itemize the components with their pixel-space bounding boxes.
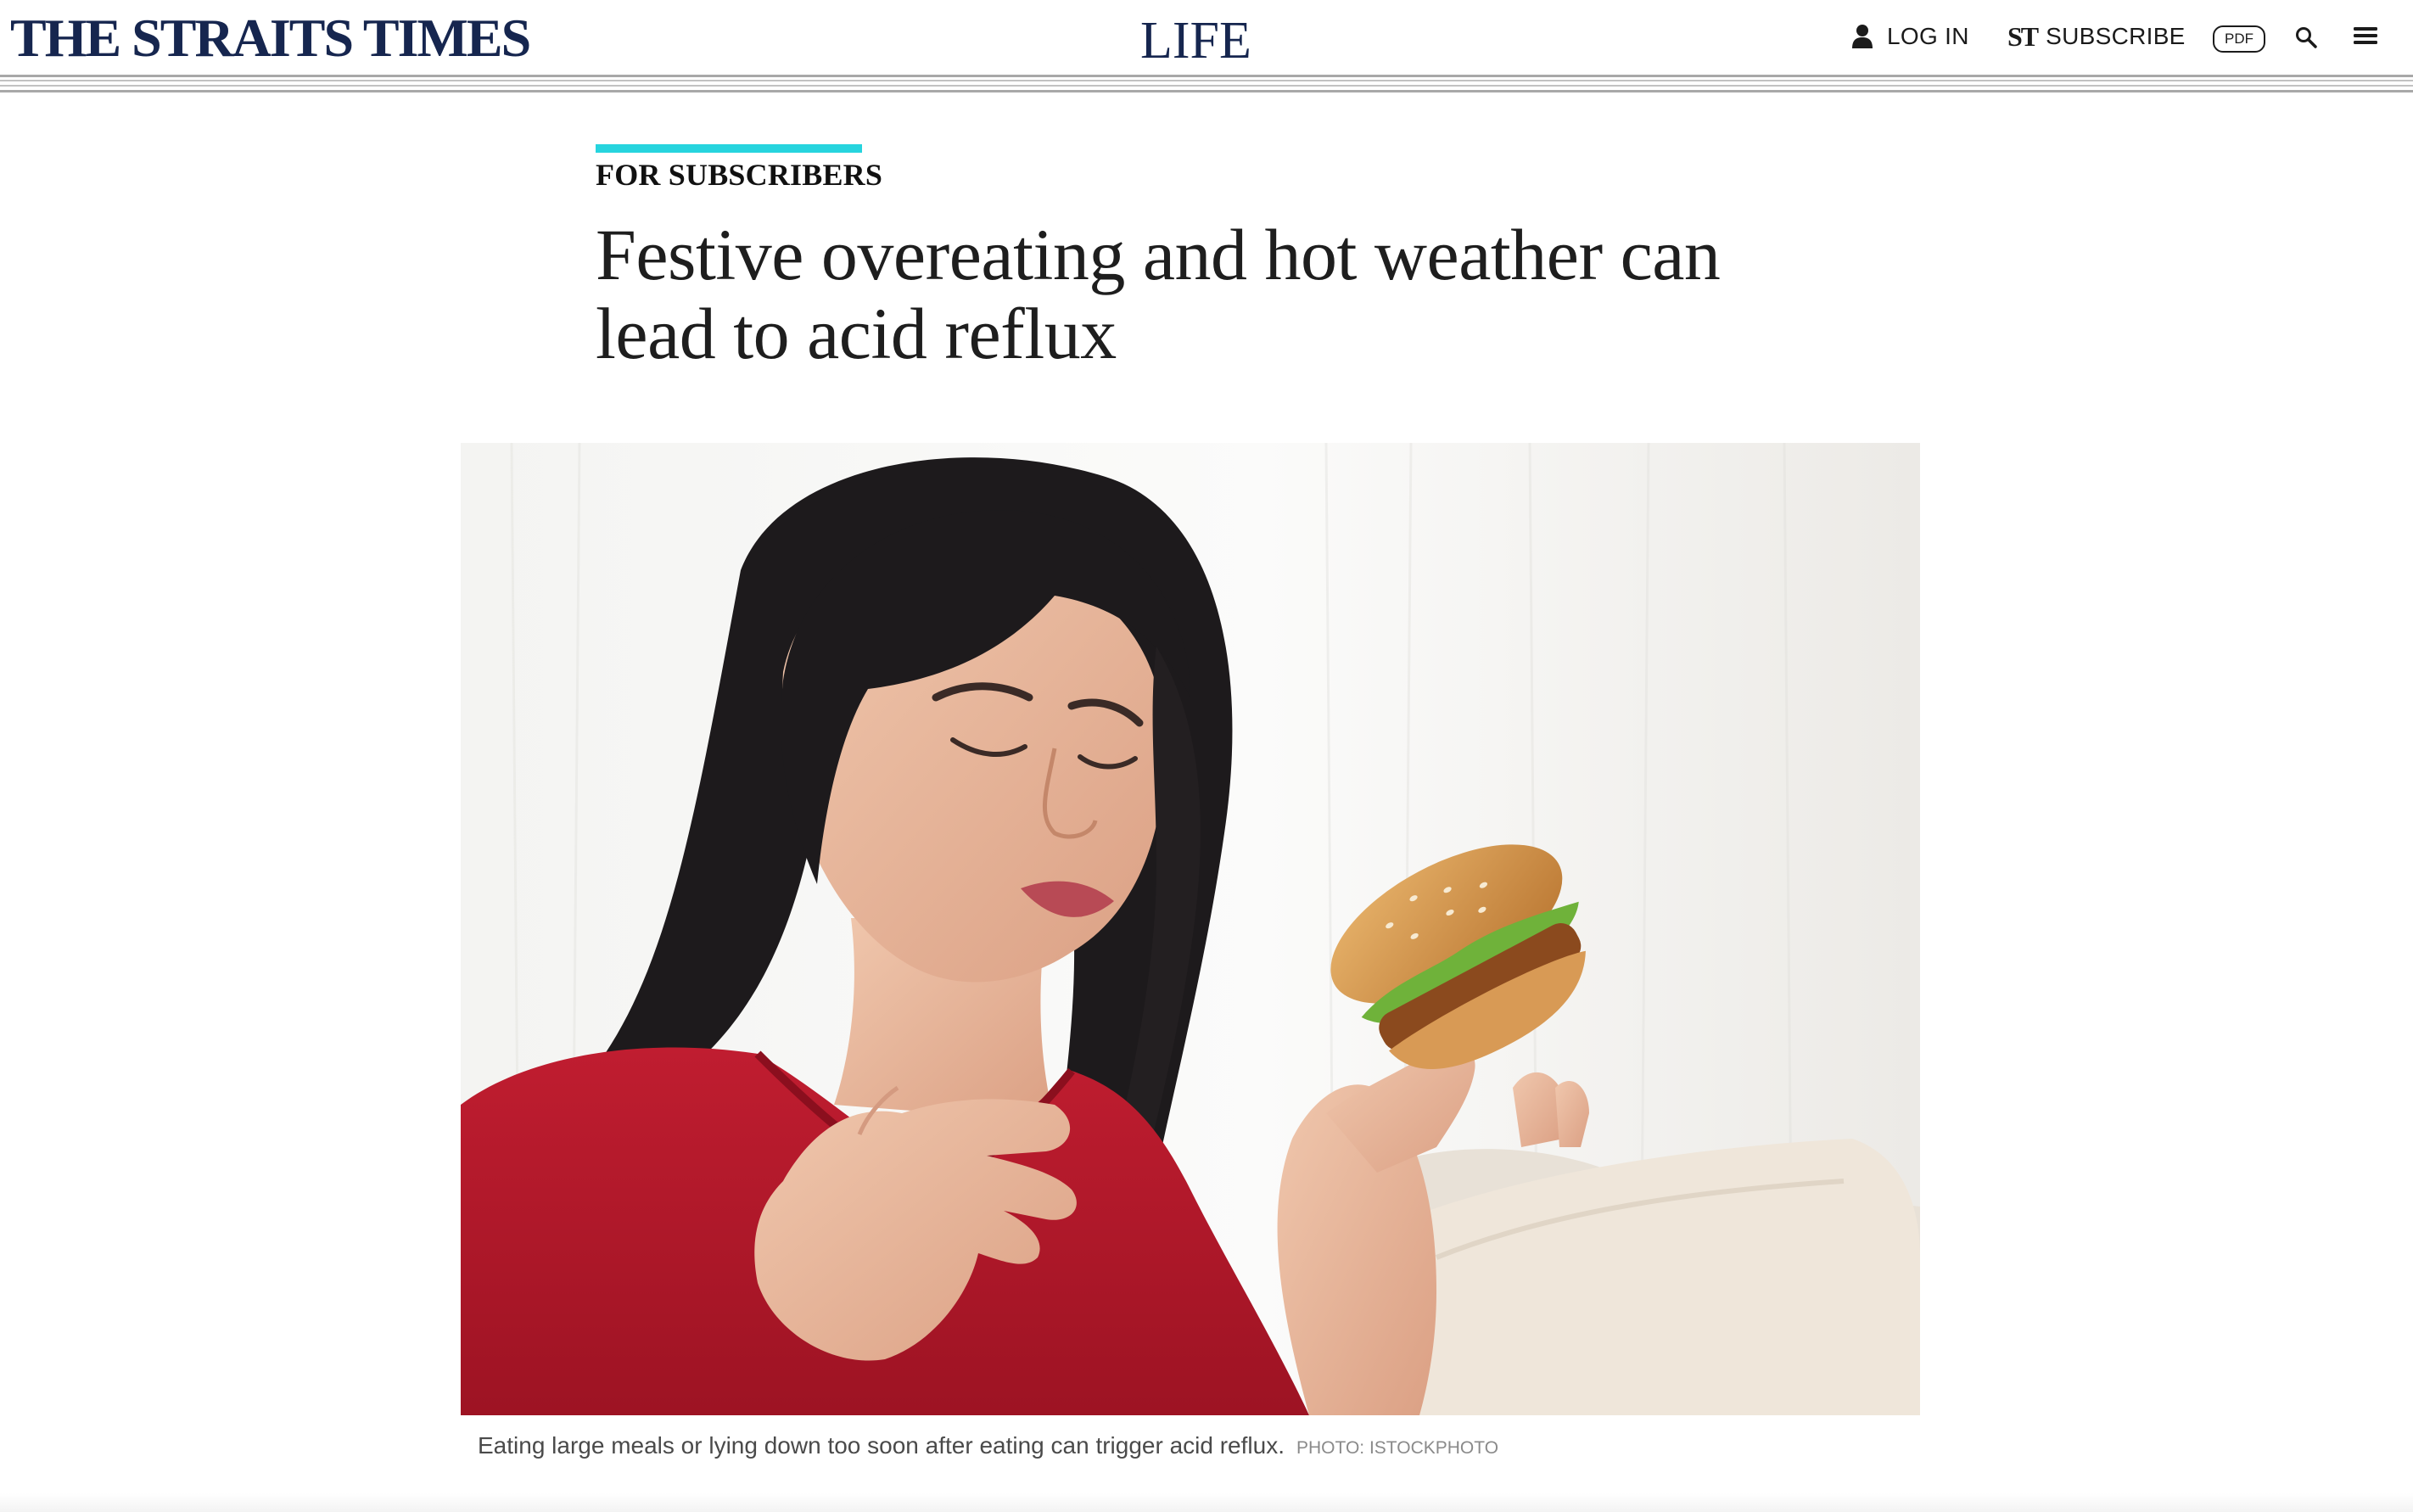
article-headline: Festive overeating and hot weather can l… (596, 214, 1721, 374)
article: FOR SUBSCRIBERS Festive overeating and h… (0, 0, 2413, 1512)
hero-image (461, 443, 1920, 1415)
page-bottom-edge (0, 1493, 2413, 1512)
subscriber-label: FOR SUBSCRIBERS (596, 158, 883, 192)
flag-accent-bar (596, 144, 862, 153)
caption-text: Eating large meals or lying down too soo… (478, 1432, 1285, 1459)
subscriber-flag: FOR SUBSCRIBERS (596, 144, 882, 192)
image-caption: Eating large meals or lying down too soo… (478, 1432, 1498, 1459)
hero-photo-illustration (461, 443, 1920, 1415)
photo-credit: PHOTO: ISTOCKPHOTO (1296, 1438, 1499, 1458)
